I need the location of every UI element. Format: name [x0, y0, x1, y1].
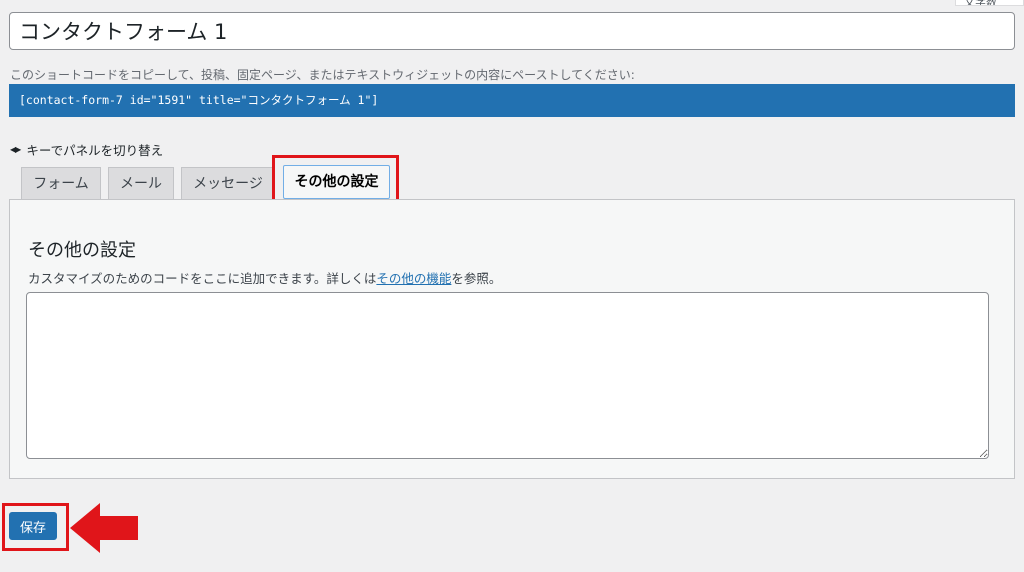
tab-mail[interactable]: メール — [108, 167, 174, 199]
tab-form[interactable]: フォーム — [21, 167, 101, 199]
additional-settings-textarea[interactable] — [26, 292, 989, 459]
shortcode-text[interactable]: [contact-form-7 id="1591" title="コンタクトフォ… — [9, 84, 1015, 117]
panel-title: その他の設定 — [28, 240, 136, 261]
panel-description: カスタマイズのためのコードをここに追加できます。詳しくはその他の機能を参照。 — [28, 268, 501, 287]
shortcode-instructions: このショートコードをコピーして、投稿、固定ページ、またはテキストウィジェットの内… — [10, 68, 635, 82]
save-button[interactable]: 保存 — [9, 512, 57, 540]
panel-switch-hint-text: キーでパネルを切り替え — [26, 143, 164, 158]
additional-features-link[interactable]: その他の機能 — [376, 271, 451, 286]
form-title-input[interactable] — [9, 12, 1015, 50]
left-right-arrows-icon: ◀▶ — [10, 145, 21, 154]
panel-switch-hint: ◀▶ キーでパネルを切り替え — [10, 140, 163, 159]
panel-description-text: カスタマイズのためのコードをここに追加できます。詳しくは — [28, 271, 377, 286]
panel-description-suffix: を参照。 — [451, 271, 502, 286]
tab-messages[interactable]: メッセージ — [181, 167, 275, 199]
red-left-arrow-icon — [70, 503, 138, 553]
character-count-label: 文字数 — [955, 0, 1024, 6]
